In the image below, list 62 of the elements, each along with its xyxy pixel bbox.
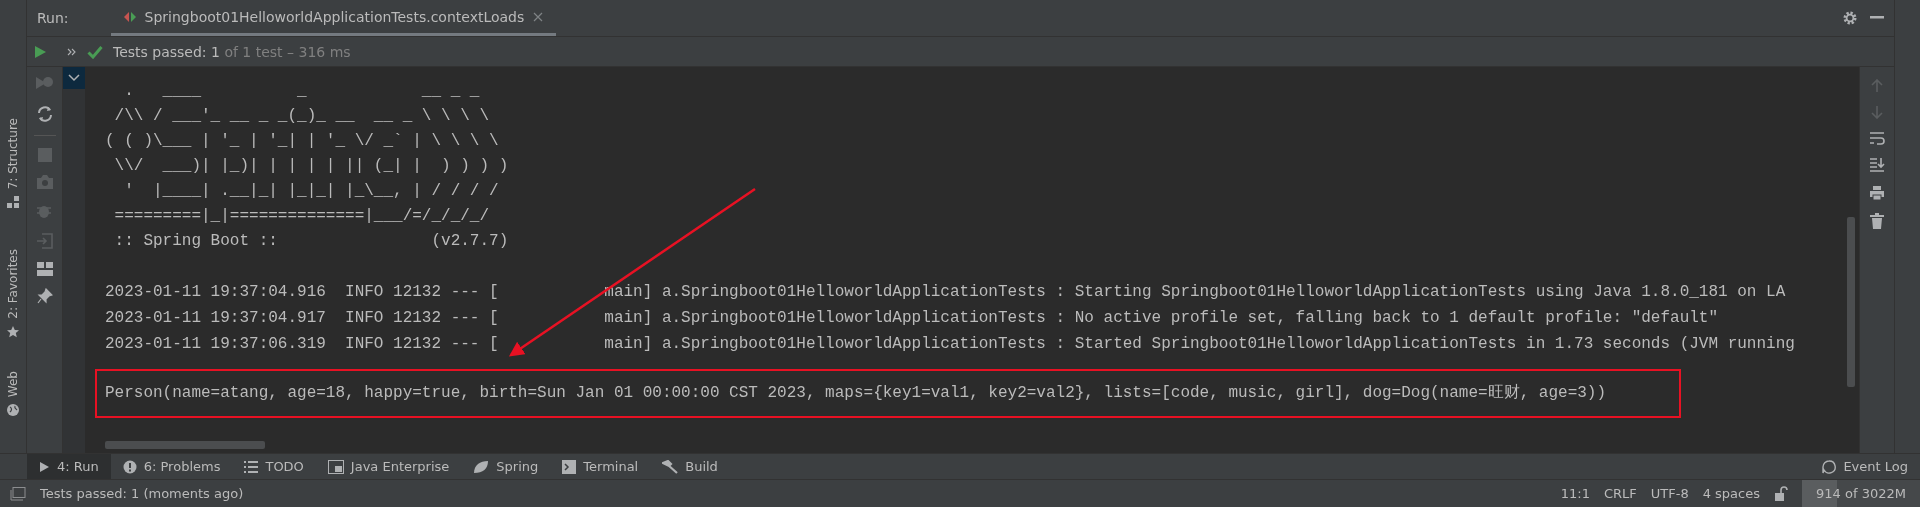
- layout-icon[interactable]: [36, 262, 53, 276]
- web-tool-tab[interactable]: Web: [6, 371, 20, 398]
- favorites-tool-tab[interactable]: 2: Favorites: [6, 249, 20, 320]
- chevron-down-icon: [68, 74, 80, 82]
- globe-icon[interactable]: [6, 403, 20, 418]
- collapse-button[interactable]: [63, 67, 85, 89]
- print-icon[interactable]: [1869, 185, 1885, 201]
- expand-icon[interactable]: [67, 46, 77, 57]
- banner-line: . ____ _ __ _ _: [123, 81, 481, 102]
- list-icon: [244, 460, 259, 473]
- status-bar-item[interactable]: CRLF: [1603, 486, 1637, 501]
- tool-window-tab[interactable]: Java Enterprise: [315, 454, 462, 479]
- soft-wrap-icon[interactable]: [1869, 131, 1885, 145]
- unlocked-padlock-icon[interactable]: [1774, 485, 1788, 502]
- pin-icon[interactable]: [36, 288, 53, 304]
- tool-window-tab[interactable]: 6: Problems: [110, 454, 233, 479]
- trash-icon[interactable]: [1870, 213, 1884, 229]
- settings-icon[interactable]: [1842, 10, 1858, 26]
- banner-line: ' |____| .__|_| |_|_| |_\__, | / / / /: [123, 181, 500, 202]
- terminal-icon: [562, 459, 577, 474]
- exclamation-icon: [122, 459, 137, 474]
- tool-window-tab[interactable]: 4: Run: [27, 454, 111, 479]
- banner-line: :: Spring Boot :: (v2.7.7): [113, 231, 510, 252]
- memory-indicator[interactable]: 914 of 3022M: [1802, 480, 1920, 507]
- horizontal-scrollbar[interactable]: [105, 441, 265, 449]
- close-icon[interactable]: [532, 10, 545, 23]
- star-icon[interactable]: [6, 325, 20, 340]
- banner-line: =========|_|==============|___/=/_/_/_/: [113, 206, 491, 227]
- status-bar-item[interactable]: UTF-8: [1650, 486, 1689, 501]
- output-line: Person(name=atang, age=18, happy=true, birth=Sun Jan 01 00:00:00 CST 2023, maps={key1=val1, key2=val2}, lists=[code, music, girl], dog=Dog(name=旺财, age=3)): [105, 383, 1608, 404]
- tool-window-tab[interactable]: Spring: [461, 454, 551, 479]
- banner-line: ( ( )\___ | '_ | '_| | '_ \/ _` | \ \ \ \: [105, 131, 500, 152]
- hammer-icon: [662, 459, 679, 474]
- test-config-icon: [122, 10, 137, 23]
- tool-window-tab[interactable]: TODO: [232, 454, 316, 479]
- toggle-auto-test-icon[interactable]: [35, 105, 54, 123]
- banner-line: /\\ / ___'_ __ _ _(_)_ __ __ _ \ \ \ \: [113, 106, 491, 127]
- play-icon: [39, 460, 50, 473]
- status-bar-item[interactable]: 11:1: [1560, 486, 1590, 501]
- vertical-scrollbar[interactable]: [1847, 217, 1855, 387]
- test-status-text: Tests passed: 1 of 1 test – 316 ms: [113, 43, 351, 60]
- run-config-tab[interactable]: Springboot01HelloworldApplicationTests.contextLoads: [110, 0, 557, 36]
- structure-tool-tab[interactable]: 7: Structure: [6, 118, 20, 190]
- minimize-icon[interactable]: [1870, 16, 1884, 20]
- log-line: 2023-01-11 19:37:04.917 INFO 12132 --- [ main] a.Springboot01HelloworldApplicationTests : No active profile set, falling back to 1 default profile: "default": [105, 308, 1720, 329]
- status-message: Tests passed: 1 (moments ago): [40, 486, 244, 501]
- log-line: 2023-01-11 19:37:06.319 INFO 12132 --- [ main] a.Springboot01HelloworldApplicationTests : Started Springboot01HelloworldApplicationTests in 1.73 seconds (JVM running: [105, 334, 1796, 355]
- event-log-tab[interactable]: Event Log: [1810, 454, 1920, 479]
- run-panel-title: Run:: [37, 10, 69, 26]
- leaf-icon: [473, 459, 490, 474]
- tool-window-tab[interactable]: Terminal: [550, 454, 651, 479]
- banner-line: \\/ ___)| |_)| | | | | || (_| | ) ) ) ): [113, 156, 510, 177]
- structure-icon[interactable]: [6, 195, 20, 210]
- enterprise-icon: [327, 459, 344, 474]
- status-bar-item[interactable]: 4 spaces: [1702, 486, 1760, 501]
- scroll-to-end-icon[interactable]: [1869, 157, 1885, 173]
- checkmark-icon: [87, 44, 103, 59]
- speech-bubble-icon: [1822, 459, 1837, 474]
- log-line: 2023-01-11 19:37:04.916 INFO 12132 --- [ main] a.Springboot01HelloworldApplicationTests : Starting Springboot01HelloworldApplicationTests using Java 1.8.0_181 on LA: [105, 282, 1787, 303]
- tool-window-tab[interactable]: Build: [650, 454, 730, 479]
- panel-toggle-icon[interactable]: [10, 486, 26, 501]
- run-icon[interactable]: [33, 44, 47, 59]
